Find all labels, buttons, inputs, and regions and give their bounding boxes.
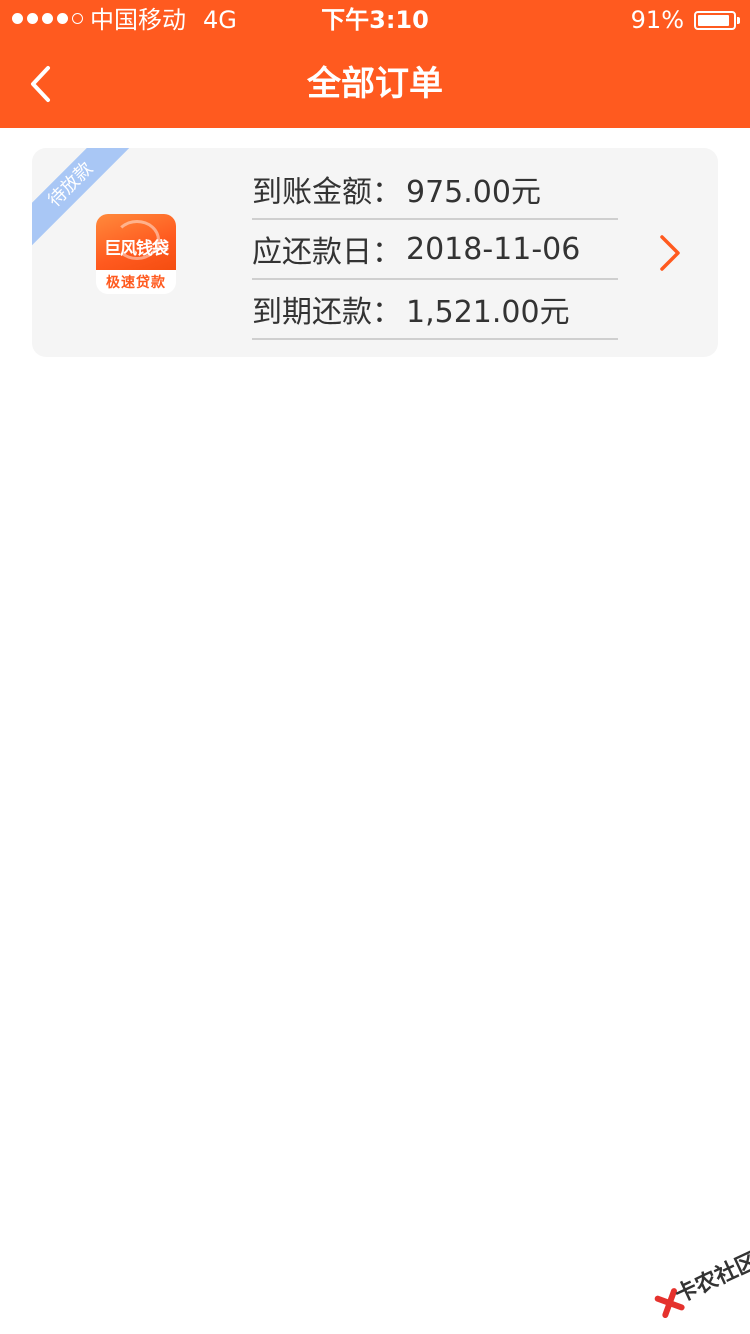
logo-tagline: 极速贷款 bbox=[106, 275, 166, 291]
battery-percent: 91% bbox=[630, 6, 684, 34]
status-bar: 中国移动 4G 下午3:10 91% bbox=[0, 0, 750, 40]
field-label: 到账金额： bbox=[252, 175, 402, 210]
field-label: 到期还款： bbox=[252, 295, 402, 330]
repayment-amount-value: 1,521.00元 bbox=[406, 295, 570, 330]
order-info: 到账金额： 975.00元 应还款日： 2018-11-06 到期还款： 1,5… bbox=[252, 160, 618, 340]
received-amount-row: 到账金额： 975.00元 bbox=[252, 160, 618, 220]
logo-app-name: 巨风钱袋 bbox=[104, 239, 169, 259]
due-date-row: 应还款日： 2018-11-06 bbox=[252, 220, 618, 280]
battery-fill bbox=[698, 15, 729, 26]
screen: 中国移动 4G 下午3:10 91% 全部订单 待放款 巨风钱袋 极速贷款 到账… bbox=[0, 0, 750, 1334]
battery-icon bbox=[694, 11, 740, 30]
due-date-value: 2018-11-06 bbox=[406, 231, 581, 267]
app-logo: 巨风钱袋 极速贷款 bbox=[96, 214, 176, 294]
chevron-right-icon[interactable] bbox=[658, 234, 682, 272]
field-label: 应还款日： bbox=[252, 235, 402, 270]
nav-bar: 全部订单 bbox=[0, 40, 750, 128]
watermark-text: 卡农社区 bbox=[671, 1248, 750, 1309]
page-title: 全部订单 bbox=[307, 64, 443, 104]
watermark: 卡农社区 bbox=[638, 1228, 750, 1334]
received-amount-value: 975.00元 bbox=[406, 175, 541, 210]
repayment-amount-row: 到期还款： 1,521.00元 bbox=[252, 280, 618, 340]
order-card[interactable]: 待放款 巨风钱袋 极速贷款 到账金额： 975.00元 应还款日： 2018-1… bbox=[32, 148, 718, 357]
logo-background: 巨风钱袋 bbox=[96, 214, 176, 270]
